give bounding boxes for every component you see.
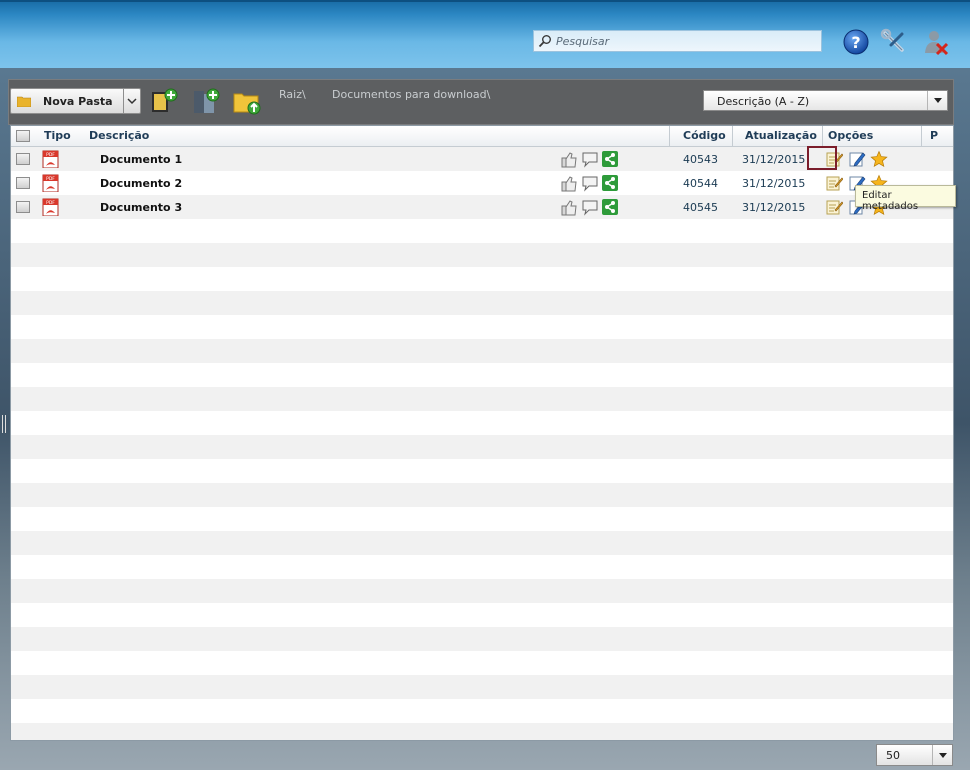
breadcrumb-current[interactable]: Documentos para download\ — [332, 88, 490, 101]
svg-text:?: ? — [851, 33, 860, 52]
comment-icon[interactable] — [581, 174, 599, 192]
row-description[interactable]: Documento 2 — [100, 177, 182, 190]
empty-row — [11, 339, 953, 363]
search-input[interactable] — [556, 33, 816, 49]
col-p[interactable]: P — [930, 129, 938, 142]
empty-row — [11, 699, 953, 723]
documents-table: Tipo Descrição Código Atualização Opções… — [10, 125, 954, 741]
edit-metadata-icon[interactable] — [825, 174, 843, 192]
logout-icon[interactable] — [922, 28, 950, 56]
empty-row — [11, 363, 953, 387]
col-descricao[interactable]: Descrição — [89, 129, 149, 142]
new-document-icon[interactable] — [149, 86, 179, 116]
row-updated-date: 31/12/2015 — [742, 177, 806, 190]
row-code: 40544 — [683, 177, 718, 190]
col-divider — [921, 126, 922, 147]
chevron-down-icon[interactable] — [127, 96, 137, 106]
empty-row — [11, 507, 953, 531]
svg-text:PDF: PDF — [46, 152, 55, 158]
page-size-value: 50 — [886, 749, 900, 762]
pdf-icon: PDF — [42, 198, 59, 216]
col-atualizacao[interactable]: Atualização — [745, 129, 817, 142]
search-icon — [538, 35, 551, 48]
select-all-checkbox[interactable] — [16, 130, 30, 142]
empty-row — [11, 531, 953, 555]
svg-text:PDF: PDF — [46, 176, 55, 182]
col-divider — [669, 126, 670, 147]
page-size-dropdown-arrow[interactable] — [932, 745, 952, 765]
upload-folder-icon[interactable] — [232, 86, 262, 116]
share-icon[interactable] — [601, 150, 619, 168]
table-row[interactable]: PDF Documento 3 40545 31/12/2015 — [11, 195, 953, 219]
sort-selected-value: Descrição (A - Z) — [717, 95, 810, 108]
row-description[interactable]: Documento 1 — [100, 153, 182, 166]
sidebar-resize-handle[interactable] — [2, 415, 6, 433]
search-box[interactable] — [533, 30, 822, 52]
split-divider — [123, 89, 124, 113]
help-icon[interactable]: ? — [842, 28, 870, 56]
import-icon[interactable] — [191, 86, 221, 116]
focus-highlight — [807, 146, 837, 170]
empty-row — [11, 675, 953, 699]
row-description[interactable]: Documento 3 — [100, 201, 182, 214]
col-divider — [732, 126, 733, 147]
empty-row — [11, 627, 953, 651]
tooltip: Editar metadados — [855, 185, 956, 212]
table-header: Tipo Descrição Código Atualização Opções… — [11, 126, 953, 147]
empty-row — [11, 291, 953, 315]
favorite-star-icon[interactable] — [870, 150, 888, 168]
folder-icon — [17, 96, 31, 107]
new-folder-button[interactable]: Nova Pasta — [10, 88, 141, 114]
like-icon[interactable] — [560, 198, 578, 216]
row-code: 40545 — [683, 201, 718, 214]
caret-down-icon — [939, 753, 947, 758]
pdf-icon: PDF — [42, 150, 59, 168]
like-icon[interactable] — [560, 150, 578, 168]
empty-row — [11, 483, 953, 507]
empty-row — [11, 459, 953, 483]
page-size-select[interactable]: 50 — [876, 744, 953, 766]
comment-icon[interactable] — [581, 150, 599, 168]
tools-icon[interactable] — [880, 28, 908, 56]
sort-dropdown-arrow[interactable] — [927, 91, 947, 110]
empty-row — [11, 723, 953, 740]
caret-down-icon — [934, 98, 942, 103]
sort-select[interactable]: Descrição (A - Z) — [703, 90, 948, 111]
edit-icon[interactable] — [848, 150, 866, 168]
row-checkbox[interactable] — [16, 201, 30, 213]
empty-row — [11, 651, 953, 675]
empty-row — [11, 411, 953, 435]
col-tipo[interactable]: Tipo — [44, 129, 71, 142]
tooltip-text: Editar metadados — [862, 190, 919, 212]
row-updated-date: 31/12/2015 — [742, 201, 806, 214]
comment-icon[interactable] — [581, 198, 599, 216]
svg-text:PDF: PDF — [46, 200, 55, 206]
breadcrumb-root[interactable]: Raiz\ — [279, 88, 306, 101]
empty-row — [11, 555, 953, 579]
empty-row — [11, 579, 953, 603]
empty-row — [11, 243, 953, 267]
like-icon[interactable] — [560, 174, 578, 192]
empty-row — [11, 603, 953, 627]
share-icon[interactable] — [601, 198, 619, 216]
row-updated-date: 31/12/2015 — [742, 153, 806, 166]
empty-row — [11, 267, 953, 291]
col-codigo[interactable]: Código — [683, 129, 726, 142]
new-folder-label: Nova Pasta — [43, 95, 113, 108]
empty-row — [11, 315, 953, 339]
top-header — [0, 0, 970, 68]
col-divider — [822, 126, 823, 147]
row-code: 40543 — [683, 153, 718, 166]
col-opcoes: Opções — [828, 129, 874, 142]
table-row[interactable]: PDF Documento 2 40544 31/12/2015 — [11, 171, 953, 195]
share-icon[interactable] — [601, 174, 619, 192]
empty-row — [11, 219, 953, 243]
pdf-icon: PDF — [42, 174, 59, 192]
empty-row — [11, 435, 953, 459]
row-checkbox[interactable] — [16, 177, 30, 189]
row-checkbox[interactable] — [16, 153, 30, 165]
edit-metadata-icon[interactable] — [825, 198, 843, 216]
empty-row — [11, 387, 953, 411]
